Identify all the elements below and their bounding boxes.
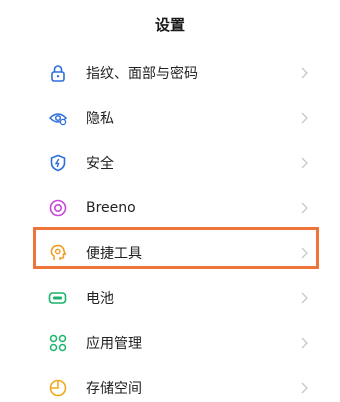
settings-item-label: 指纹、面部与密码 bbox=[86, 65, 198, 82]
settings-item-label: Breeno bbox=[86, 199, 136, 216]
settings-item-label: 电池 bbox=[86, 290, 114, 307]
settings-item-label: 隐私 bbox=[86, 110, 114, 127]
chevron-right-icon bbox=[301, 382, 308, 393]
settings-list: 指纹、面部与密码 隐私 安全 Breeno 便捷工具 电池 应用管理 存储空间 bbox=[0, 50, 340, 402]
settings-item-security[interactable]: 安全 bbox=[0, 140, 340, 185]
settings-item-label: 应用管理 bbox=[86, 335, 142, 352]
settings-item-storage[interactable]: 存储空间 bbox=[0, 365, 340, 402]
settings-item-label: 存储空间 bbox=[86, 380, 142, 397]
app-management-icon bbox=[47, 332, 69, 354]
chevron-right-icon bbox=[301, 247, 308, 258]
settings-item-battery[interactable]: 电池 bbox=[0, 275, 340, 320]
chevron-right-icon bbox=[301, 292, 308, 303]
breeno-icon bbox=[47, 197, 69, 219]
settings-item-breeno[interactable]: Breeno bbox=[0, 185, 340, 230]
settings-item-label: 安全 bbox=[86, 155, 114, 172]
settings-item-app-management[interactable]: 应用管理 bbox=[0, 320, 340, 365]
battery-icon bbox=[47, 287, 69, 309]
convenience-tools-icon bbox=[47, 242, 69, 264]
settings-item-fingerprint-face-password[interactable]: 指纹、面部与密码 bbox=[0, 50, 340, 95]
lock-icon bbox=[47, 62, 69, 84]
settings-screen: 设置 指纹、面部与密码 隐私 安全 Breeno 便捷工具 电池 应用管理 存储… bbox=[0, 0, 340, 402]
settings-item-convenience-tools[interactable]: 便捷工具 bbox=[0, 230, 340, 275]
chevron-right-icon bbox=[301, 157, 308, 168]
chevron-right-icon bbox=[301, 337, 308, 348]
settings-item-label: 便捷工具 bbox=[86, 245, 142, 262]
privacy-eye-icon bbox=[47, 107, 69, 129]
storage-pie-icon bbox=[47, 377, 69, 399]
chevron-right-icon bbox=[301, 112, 308, 123]
chevron-right-icon bbox=[301, 202, 308, 213]
shield-icon bbox=[47, 152, 69, 174]
chevron-right-icon bbox=[301, 67, 308, 78]
settings-item-privacy[interactable]: 隐私 bbox=[0, 95, 340, 140]
page-title: 设置 bbox=[154, 16, 185, 34]
